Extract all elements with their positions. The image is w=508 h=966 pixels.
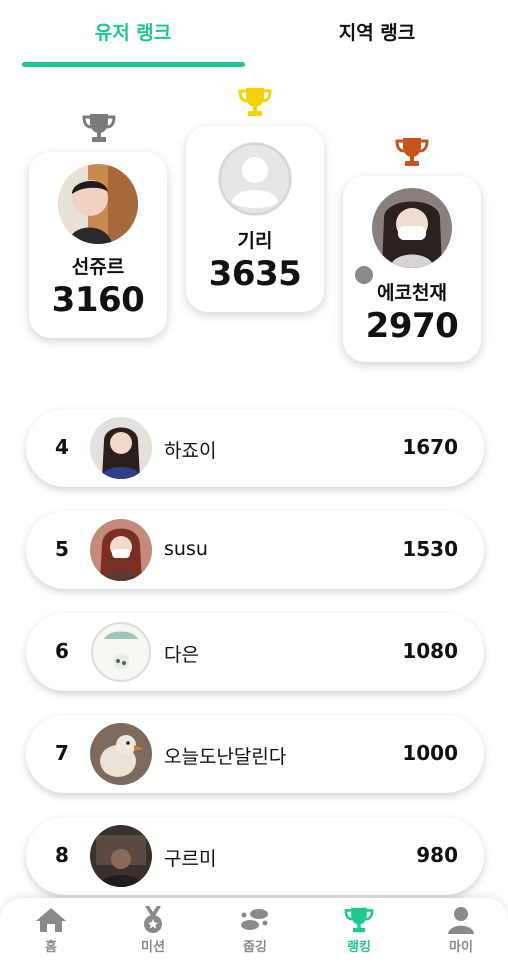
footprints-icon bbox=[241, 909, 268, 930]
podium-first-score: 3635 bbox=[208, 254, 302, 294]
podium-third-card[interactable]: 에코천재 2970 bbox=[343, 176, 481, 362]
home-icon bbox=[36, 908, 66, 932]
nav-my[interactable]: 마이 bbox=[421, 906, 501, 955]
rank-number: 4 bbox=[55, 435, 69, 459]
active-tab-indicator bbox=[22, 62, 245, 67]
avatar bbox=[372, 188, 452, 268]
bottom-nav: 홈 미션 줍깅 랭킹 마이 bbox=[0, 898, 508, 966]
rank-number: 8 bbox=[55, 843, 69, 867]
avatar bbox=[90, 723, 152, 785]
rank-score: 980 bbox=[416, 843, 458, 867]
rank-number: 6 bbox=[55, 639, 69, 663]
nav-label: 홈 bbox=[45, 940, 57, 955]
podium-first-card[interactable]: 기리 3635 bbox=[186, 126, 324, 312]
rank-score: 1080 bbox=[402, 639, 458, 663]
avatar bbox=[90, 417, 152, 479]
avatar bbox=[90, 825, 152, 887]
rank-number: 7 bbox=[55, 741, 69, 765]
podium-second-card[interactable]: 선쥬르 3160 bbox=[29, 152, 167, 338]
nav-mission[interactable]: 미션 bbox=[113, 906, 193, 955]
tab-user-rank[interactable]: 유저 랭크 bbox=[38, 18, 228, 45]
nav-home[interactable]: 홈 bbox=[11, 906, 91, 955]
podium-second-name: 선쥬르 bbox=[71, 256, 125, 278]
podium-third-score: 2970 bbox=[365, 306, 459, 346]
tab-region-rank[interactable]: 지역 랭크 bbox=[282, 18, 472, 45]
rank-row-6[interactable]: 6 다은 1080 bbox=[26, 613, 484, 691]
rank-name: 하죠이 bbox=[164, 440, 217, 462]
podium-second-score: 3160 bbox=[51, 280, 145, 320]
rank-row-4[interactable]: 4 하죠이 1670 bbox=[26, 409, 484, 487]
podium-third-name: 에코천재 bbox=[377, 282, 447, 304]
gold-trophy-icon bbox=[238, 88, 272, 116]
person-icon bbox=[448, 907, 474, 934]
nav-label: 랭킹 bbox=[347, 940, 371, 955]
medal-icon bbox=[144, 906, 162, 933]
avatar bbox=[90, 519, 152, 581]
rank-score: 1000 bbox=[402, 741, 458, 765]
bronze-trophy-icon bbox=[395, 138, 429, 166]
rank-name: 구르미 bbox=[164, 848, 217, 870]
nav-label: 줍깅 bbox=[243, 940, 267, 955]
podium-first-name: 기리 bbox=[237, 230, 273, 252]
rank-row-7[interactable]: 7 오늘도난달린다 1000 bbox=[26, 715, 484, 793]
nav-plogging[interactable]: 줍깅 bbox=[215, 906, 295, 955]
rank-row-5[interactable]: 5 susu 1530 bbox=[26, 511, 484, 589]
nav-label: 미션 bbox=[141, 940, 165, 955]
rank-name: susu bbox=[164, 538, 208, 560]
rank-number: 5 bbox=[55, 537, 69, 561]
nav-label: 마이 bbox=[449, 940, 473, 955]
rank-row-8[interactable]: 8 구르미 980 bbox=[26, 817, 484, 895]
rank-score: 1670 bbox=[402, 435, 458, 459]
silver-trophy-icon bbox=[82, 114, 116, 142]
rank-score: 1530 bbox=[402, 537, 458, 561]
default-avatar-icon bbox=[218, 142, 292, 216]
rank-name: 오늘도난달린다 bbox=[164, 746, 287, 768]
rank-tabs: 유저 랭크 지역 랭크 bbox=[0, 0, 508, 70]
avatar bbox=[90, 621, 152, 683]
nav-ranking[interactable]: 랭킹 bbox=[319, 906, 399, 955]
avatar bbox=[58, 164, 138, 244]
rank-name: 다은 bbox=[164, 644, 199, 666]
trophy-icon bbox=[344, 907, 374, 933]
